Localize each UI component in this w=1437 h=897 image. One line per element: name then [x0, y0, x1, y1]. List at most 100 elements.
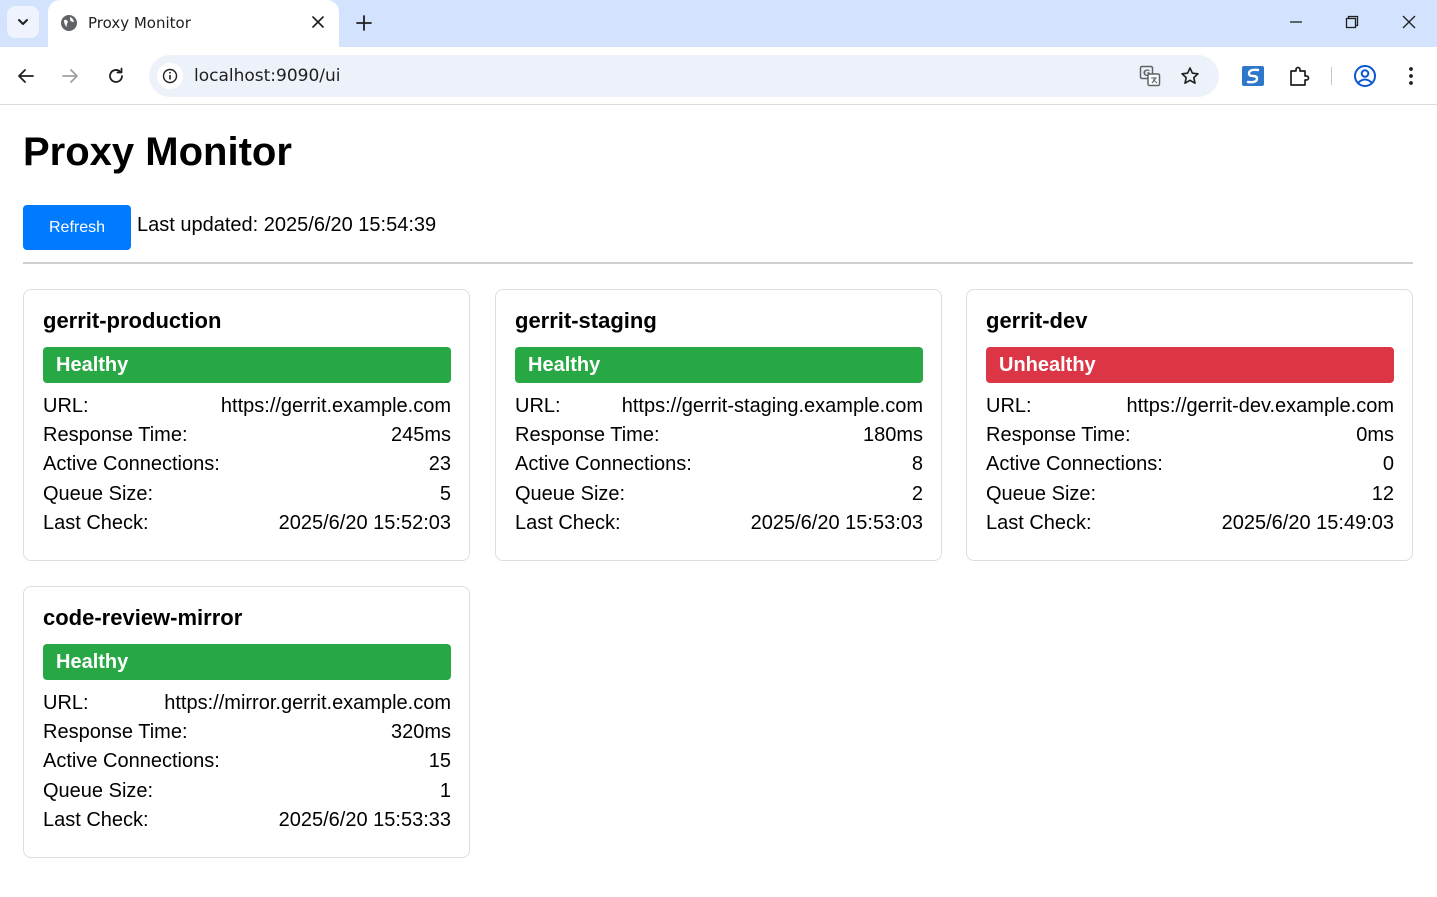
last-check-label: Last Check: [43, 808, 149, 831]
proxy-card: code-review-mirror Healthy URL: https://m… [23, 586, 470, 858]
url-label: URL: [986, 395, 1032, 418]
queue-size-value: 1 [439, 779, 451, 802]
proxy-card: gerrit-dev Unhealthy URL: https://gerrit-… [966, 289, 1413, 561]
last-check-value: 2025/6/20 15:53:33 [278, 808, 451, 831]
proxy-name: gerrit-production [43, 308, 222, 333]
proxy-name: code-review-mirror [43, 605, 243, 630]
active-connections-label: Active Connections: [43, 453, 220, 476]
queue-size-label: Queue Size: [43, 482, 154, 505]
divider [23, 262, 1413, 264]
url-value: https://gerrit-staging.example.com [621, 395, 923, 418]
queue-size-value: 12 [1371, 482, 1394, 505]
last-check-row: Last Check: 2025/6/20 15:49:03 [986, 509, 1394, 538]
toolbar-divider [1331, 67, 1332, 85]
response-time-row: Response Time: 0ms [986, 421, 1394, 450]
info-icon [162, 68, 178, 84]
queue-size-label: Queue Size: [986, 482, 1097, 505]
proxy-details: URL: https://gerrit.example.com Response … [43, 392, 451, 538]
response-time-value: 245ms [390, 424, 451, 447]
queue-size-label: Queue Size: [515, 482, 626, 505]
more-vert-icon [1409, 67, 1413, 85]
account-circle-icon [1354, 65, 1376, 87]
proxy-card: gerrit-staging Healthy URL: https://gerri… [495, 289, 942, 561]
refresh-button[interactable]: Refresh [23, 205, 131, 250]
plus-icon [356, 15, 372, 31]
response-time-label: Response Time: [986, 424, 1131, 447]
proxy-name: gerrit-staging [515, 308, 657, 333]
bookmark-star-button[interactable] [1178, 64, 1202, 88]
response-time-value: 180ms [862, 424, 923, 447]
queue-size-row: Queue Size: 1 [43, 777, 451, 806]
status-badge: Healthy [515, 347, 923, 383]
response-time-row: Response Time: 320ms [43, 718, 451, 747]
reload-icon [109, 67, 123, 83]
last-check-row: Last Check: 2025/6/20 15:52:03 [43, 509, 451, 538]
last-check-row: Last Check: 2025/6/20 15:53:33 [43, 806, 451, 835]
active-connections-label: Active Connections: [515, 453, 692, 476]
address-bar[interactable]: localhost:9090/ui G [149, 55, 1219, 97]
restore-icon [1345, 15, 1359, 29]
menu-button[interactable] [1397, 62, 1425, 90]
last-check-value: 2025/6/20 15:52:03 [278, 511, 451, 534]
translate-icon: G [1139, 65, 1161, 87]
back-button[interactable] [11, 61, 41, 91]
close-icon [312, 16, 324, 28]
url-row: URL: https://gerrit.example.com [43, 392, 451, 421]
status-badge: Healthy [43, 644, 451, 680]
site-info-button[interactable] [157, 63, 183, 89]
arrow-left-icon [18, 69, 34, 83]
proxy-details: URL: https://gerrit-dev.example.com Respo… [986, 392, 1394, 538]
chevron-down-icon [18, 19, 28, 25]
close-window-button[interactable] [1392, 6, 1426, 38]
queue-size-value: 5 [439, 482, 451, 505]
minimize-button[interactable] [1279, 6, 1313, 38]
active-connections-value: 23 [428, 453, 451, 476]
profile-button[interactable] [1351, 62, 1379, 90]
active-connections-row: Active Connections: 15 [43, 747, 451, 776]
s-logo-icon [1242, 66, 1264, 86]
tab-close-button[interactable] [309, 13, 327, 31]
active-connections-value: 0 [1382, 453, 1394, 476]
url-label: URL: [43, 395, 89, 418]
minimize-icon [1290, 21, 1302, 23]
browser-toolbar: localhost:9090/ui G [0, 47, 1437, 105]
queue-size-row: Queue Size: 2 [515, 480, 923, 509]
active-connections-row: Active Connections: 8 [515, 450, 923, 479]
queue-size-row: Queue Size: 5 [43, 480, 451, 509]
url-value: https://gerrit.example.com [220, 395, 451, 418]
queue-size-row: Queue Size: 12 [986, 480, 1394, 509]
active-connections-value: 8 [911, 453, 923, 476]
response-time-row: Response Time: 180ms [515, 421, 923, 450]
last-check-label: Last Check: [43, 511, 149, 534]
last-updated-text: Last updated: 2025/6/20 15:54:39 [137, 214, 437, 236]
forward-button[interactable] [55, 61, 85, 91]
last-check-label: Last Check: [986, 511, 1092, 534]
reload-button[interactable] [101, 61, 131, 91]
new-tab-button[interactable] [352, 11, 376, 35]
url-text: localhost:9090/ui [194, 66, 341, 86]
proxy-card: gerrit-production Healthy URL: https://ge… [23, 289, 470, 561]
globe-icon [61, 15, 77, 31]
proxy-details: URL: https://gerrit-staging.example.com R… [515, 392, 923, 538]
close-icon [1402, 15, 1416, 29]
status-badge: Unhealthy [986, 347, 1394, 383]
translate-button[interactable]: G [1138, 64, 1162, 88]
proxy-details: URL: https://mirror.gerrit.example.com Re… [43, 689, 451, 835]
star-icon [1181, 67, 1199, 84]
status-badge: Healthy [43, 347, 451, 383]
url-label: URL: [43, 692, 89, 715]
response-time-row: Response Time: 245ms [43, 421, 451, 450]
active-connections-row: Active Connections: 23 [43, 450, 451, 479]
restore-button[interactable] [1335, 6, 1369, 38]
url-label: URL: [515, 395, 561, 418]
tab-title: Proxy Monitor [88, 14, 191, 32]
tab-search-button[interactable] [7, 6, 39, 38]
url-value: https://gerrit-dev.example.com [1126, 395, 1394, 418]
active-connections-label: Active Connections: [986, 453, 1163, 476]
extensions-button[interactable] [1285, 62, 1313, 90]
active-connections-label: Active Connections: [43, 750, 220, 773]
active-tab[interactable]: Proxy Monitor [48, 0, 339, 47]
response-time-label: Response Time: [515, 424, 660, 447]
extension-s-button[interactable] [1239, 62, 1267, 90]
url-value: https://mirror.gerrit.example.com [164, 692, 451, 715]
